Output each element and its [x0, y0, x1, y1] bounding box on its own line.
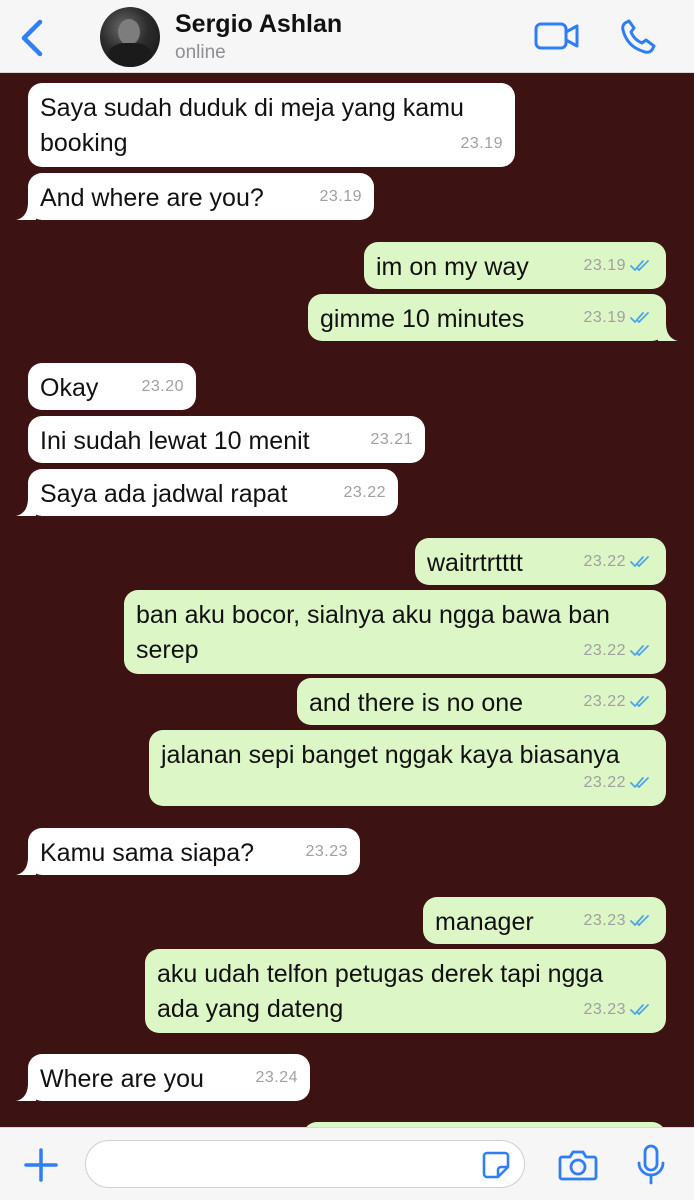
- message-time: 23.22: [583, 553, 626, 570]
- message-meta: 23.23: [305, 834, 348, 869]
- voice-call-button[interactable]: [618, 18, 658, 56]
- incoming-message[interactable]: Kamu sama siapa? 23.23: [16, 828, 360, 875]
- double-check-icon: [630, 695, 649, 707]
- attach-button[interactable]: [22, 1146, 60, 1184]
- outgoing-message[interactable]: waitrtrtttt 23.22: [415, 538, 666, 585]
- message-text: And where are you?: [40, 184, 264, 212]
- bubble-tail: [16, 1083, 36, 1101]
- double-check-icon: [630, 914, 649, 926]
- incoming-message[interactable]: Okay 23.20: [28, 363, 196, 410]
- message-time: 23.22: [583, 693, 626, 710]
- double-check-icon: [630, 776, 649, 788]
- message-text: jalanan sepi banget nggak kaya biasanya: [161, 741, 620, 769]
- message-time: 23.23: [583, 912, 626, 929]
- double-check-icon: [630, 311, 649, 323]
- video-camera-icon: [534, 22, 579, 50]
- message-time: 23.22: [583, 774, 626, 791]
- message-time: 23.19: [319, 188, 362, 205]
- message-meta: 23.23: [583, 903, 654, 938]
- message-text: ban aku bocor, sialnya aku ngga bawa ban…: [136, 601, 610, 664]
- contact-name[interactable]: Sergio Ashlan: [175, 10, 342, 39]
- double-check-icon: [630, 1003, 649, 1015]
- microphone-icon: [637, 1144, 665, 1185]
- message-meta: 23.19: [583, 248, 654, 283]
- message-time: 23.19: [583, 309, 626, 326]
- double-check-icon: [630, 555, 649, 567]
- message-time: 23.22: [343, 484, 386, 501]
- outgoing-message[interactable]: im on my way 23.19: [364, 242, 666, 289]
- message-time: 23.24: [255, 1069, 298, 1086]
- message-text: aku udah telfon petugas derek tapi ngga …: [157, 960, 604, 1023]
- message-meta: 23.20: [141, 369, 184, 404]
- message-time: 23.19: [460, 135, 503, 152]
- chevron-left-icon: [21, 19, 43, 57]
- message-meta: 23.19: [583, 300, 654, 335]
- message-meta: 23.22: [583, 765, 654, 800]
- voice-message-button[interactable]: [636, 1144, 666, 1186]
- message-meta: 23.22: [583, 684, 654, 719]
- message-meta: 23.24: [255, 1060, 298, 1095]
- video-call-button[interactable]: [533, 20, 581, 52]
- message-list[interactable]: Saya sudah duduk di meja yang kamu booki…: [0, 73, 694, 1127]
- bubble-tail: [16, 202, 36, 220]
- message-text: Ini sudah lewat 10 menit: [40, 427, 310, 455]
- message-meta: 23.22: [583, 633, 654, 668]
- message-text: Saya ada jadwal rapat: [40, 480, 288, 508]
- bubble-tail: [658, 323, 678, 341]
- message-time: 23.23: [305, 843, 348, 860]
- sticker-button[interactable]: [481, 1150, 511, 1180]
- outgoing-message[interactable]: manager 23.23: [423, 897, 666, 944]
- phone-icon: [621, 19, 656, 54]
- outgoing-message[interactable]: and there is no one 23.22: [297, 678, 666, 725]
- contact-status: online: [175, 42, 226, 63]
- composer-bar: [0, 1127, 694, 1200]
- incoming-message[interactable]: And where are you? 23.19: [16, 173, 374, 220]
- incoming-message[interactable]: Saya ada jadwal rapat 23.22: [16, 469, 398, 516]
- incoming-message[interactable]: Where are you 23.24: [16, 1054, 310, 1101]
- avatar[interactable]: [100, 7, 160, 67]
- message-text: Saya sudah duduk di meja yang kamu booki…: [40, 94, 464, 157]
- incoming-message[interactable]: Saya sudah duduk di meja yang kamu booki…: [28, 83, 515, 167]
- double-check-icon: [630, 259, 649, 271]
- outgoing-message[interactable]: aku udah telfon petugas derek tapi ngga …: [145, 949, 666, 1033]
- message-meta: 23.22: [583, 544, 654, 579]
- camera-button[interactable]: [558, 1148, 598, 1182]
- message-meta: 23.21: [370, 422, 413, 457]
- chat-header: Sergio Ashlan online: [0, 0, 694, 73]
- message-text: Kamu sama siapa?: [40, 839, 255, 867]
- message-time: 23.22: [583, 642, 626, 659]
- message-time: 23.19: [583, 257, 626, 274]
- outgoing-message[interactable]: gimme 10 minutes 23.19: [308, 294, 678, 341]
- message-time: 23.23: [583, 1001, 626, 1018]
- incoming-message[interactable]: Ini sudah lewat 10 menit 23.21: [28, 416, 425, 463]
- message-meta: 23.19: [460, 126, 503, 161]
- camera-icon: [558, 1150, 598, 1181]
- sticker-icon: [482, 1151, 510, 1179]
- outgoing-message[interactable]: jalanan sepi banget nggak kaya biasanya 2…: [149, 730, 666, 806]
- message-meta: 23.23: [583, 992, 654, 1027]
- back-button[interactable]: [14, 16, 50, 60]
- message-meta: 23.22: [343, 475, 386, 510]
- plus-icon: [24, 1148, 58, 1182]
- message-time: 23.21: [370, 431, 413, 448]
- double-check-icon: [630, 644, 649, 656]
- bubble-tail: [16, 857, 36, 875]
- message-input[interactable]: [85, 1140, 525, 1188]
- message-meta: 23.19: [319, 179, 362, 214]
- message-time: 23.20: [141, 378, 184, 395]
- bubble-tail: [16, 498, 36, 516]
- outgoing-message[interactable]: ban aku bocor, sialnya aku ngga bawa ban…: [124, 590, 666, 674]
